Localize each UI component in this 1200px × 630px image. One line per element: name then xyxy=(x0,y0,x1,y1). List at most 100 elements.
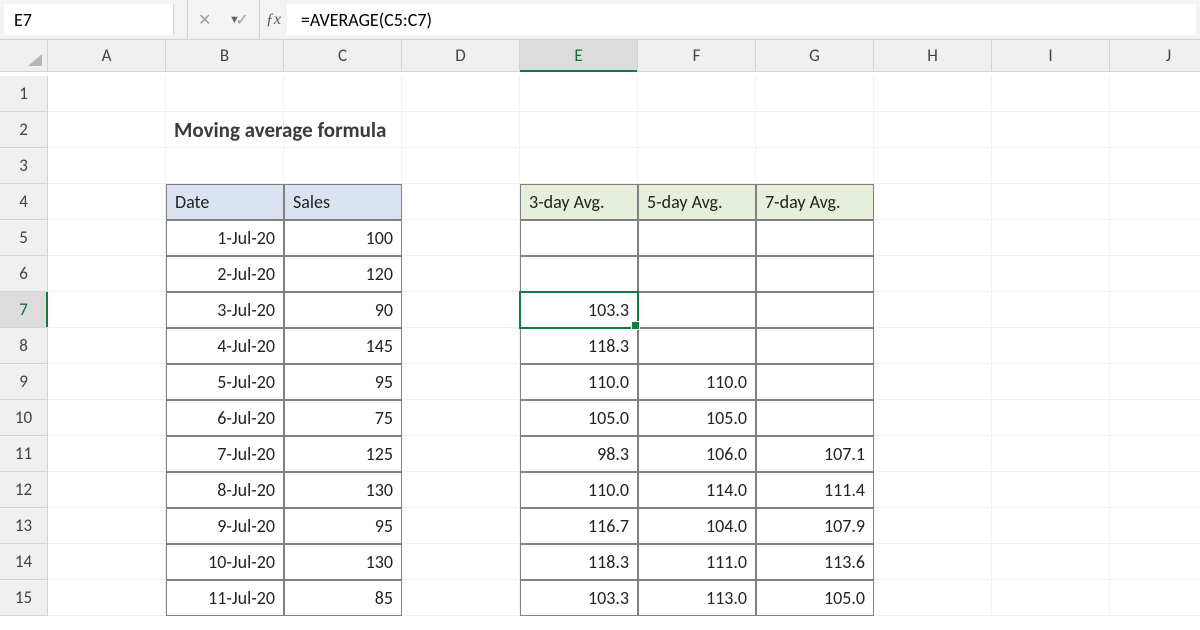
cell-G11[interactable]: 107.1 xyxy=(756,436,874,472)
col-head-C[interactable]: C xyxy=(284,40,402,72)
cell-A15[interactable] xyxy=(48,580,166,616)
cell-E15[interactable]: 103.3 xyxy=(520,580,638,616)
cell-B12[interactable]: 8-Jul-20 xyxy=(166,472,284,508)
cell-G5[interactable] xyxy=(756,220,874,256)
cell-I13[interactable] xyxy=(992,508,1110,544)
row-head-10[interactable]: 10 xyxy=(0,400,48,436)
cell-B14[interactable]: 10-Jul-20 xyxy=(166,544,284,580)
cell-C1[interactable] xyxy=(284,76,402,112)
cell-J2[interactable] xyxy=(1110,112,1200,148)
cell-A2[interactable] xyxy=(48,112,166,148)
cell-G2[interactable] xyxy=(756,112,874,148)
cell-E13[interactable]: 116.7 xyxy=(520,508,638,544)
row-head-3[interactable]: 3 xyxy=(0,148,48,184)
col-head-H[interactable]: H xyxy=(874,40,992,72)
cell-C6[interactable]: 120 xyxy=(284,256,402,292)
cell-D12[interactable] xyxy=(402,472,520,508)
cell-H7[interactable] xyxy=(874,292,992,328)
row-head-14[interactable]: 14 xyxy=(0,544,48,580)
cell-A4[interactable] xyxy=(48,184,166,220)
cell-H14[interactable] xyxy=(874,544,992,580)
cell-H3[interactable] xyxy=(874,148,992,184)
cell-I11[interactable] xyxy=(992,436,1110,472)
cell-I6[interactable] xyxy=(992,256,1110,292)
cell-E8[interactable]: 118.3 xyxy=(520,328,638,364)
cell-E4[interactable]: 3-day Avg. xyxy=(520,184,638,220)
cell-F15[interactable]: 113.0 xyxy=(638,580,756,616)
cell-D8[interactable] xyxy=(402,328,520,364)
row-head-5[interactable]: 5 xyxy=(0,220,48,256)
cell-C11[interactable]: 125 xyxy=(284,436,402,472)
cell-B9[interactable]: 5-Jul-20 xyxy=(166,364,284,400)
cell-F1[interactable] xyxy=(638,76,756,112)
cell-H2[interactable] xyxy=(874,112,992,148)
row-head-7[interactable]: 7 xyxy=(0,292,48,328)
cell-A3[interactable] xyxy=(48,148,166,184)
row-head-6[interactable]: 6 xyxy=(0,256,48,292)
cell-B13[interactable]: 9-Jul-20 xyxy=(166,508,284,544)
cell-I4[interactable] xyxy=(992,184,1110,220)
cell-F3[interactable] xyxy=(638,148,756,184)
cell-D4[interactable] xyxy=(402,184,520,220)
cell-C12[interactable]: 130 xyxy=(284,472,402,508)
cell-I5[interactable] xyxy=(992,220,1110,256)
cell-E9[interactable]: 110.0 xyxy=(520,364,638,400)
cell-H9[interactable] xyxy=(874,364,992,400)
cell-D10[interactable] xyxy=(402,400,520,436)
cell-G15[interactable]: 105.0 xyxy=(756,580,874,616)
cell-E10[interactable]: 105.0 xyxy=(520,400,638,436)
cell-G8[interactable] xyxy=(756,328,874,364)
col-head-A[interactable]: A xyxy=(48,40,166,72)
cell-E6[interactable] xyxy=(520,256,638,292)
row-head-11[interactable]: 11 xyxy=(0,436,48,472)
cell-E7[interactable]: 103.3 xyxy=(520,292,638,328)
cell-J15[interactable] xyxy=(1110,580,1200,616)
cell-I1[interactable] xyxy=(992,76,1110,112)
cell-C5[interactable]: 100 xyxy=(284,220,402,256)
cell-A13[interactable] xyxy=(48,508,166,544)
row-head-12[interactable]: 12 xyxy=(0,472,48,508)
cell-B8[interactable]: 4-Jul-20 xyxy=(166,328,284,364)
cell-A1[interactable] xyxy=(48,76,166,112)
cell-G4[interactable]: 7-day Avg. xyxy=(756,184,874,220)
cell-D11[interactable] xyxy=(402,436,520,472)
cell-D2[interactable] xyxy=(402,112,520,148)
cell-G14[interactable]: 113.6 xyxy=(756,544,874,580)
cancel-icon[interactable]: ✕ xyxy=(198,10,211,30)
cell-D14[interactable] xyxy=(402,544,520,580)
cell-C3[interactable] xyxy=(284,148,402,184)
cell-F13[interactable]: 104.0 xyxy=(638,508,756,544)
cell-C9[interactable]: 95 xyxy=(284,364,402,400)
cell-F10[interactable]: 105.0 xyxy=(638,400,756,436)
cell-E11[interactable]: 98.3 xyxy=(520,436,638,472)
row-head-4[interactable]: 4 xyxy=(0,184,48,220)
row-head-1[interactable]: 1 xyxy=(0,76,48,112)
cell-B4[interactable]: Date xyxy=(166,184,284,220)
cell-J9[interactable] xyxy=(1110,364,1200,400)
cell-H4[interactable] xyxy=(874,184,992,220)
row-head-13[interactable]: 13 xyxy=(0,508,48,544)
formula-input[interactable] xyxy=(287,4,1196,35)
cell-F14[interactable]: 111.0 xyxy=(638,544,756,580)
cell-B3[interactable] xyxy=(166,148,284,184)
cell-F9[interactable]: 110.0 xyxy=(638,364,756,400)
cell-I12[interactable] xyxy=(992,472,1110,508)
cell-B7[interactable]: 3-Jul-20 xyxy=(166,292,284,328)
cell-H15[interactable] xyxy=(874,580,992,616)
cell-F2[interactable] xyxy=(638,112,756,148)
cell-B1[interactable] xyxy=(166,76,284,112)
cell-C8[interactable]: 145 xyxy=(284,328,402,364)
cell-H10[interactable] xyxy=(874,400,992,436)
cell-E3[interactable] xyxy=(520,148,638,184)
cell-A5[interactable] xyxy=(48,220,166,256)
cell-G7[interactable] xyxy=(756,292,874,328)
cell-A6[interactable] xyxy=(48,256,166,292)
cell-I9[interactable] xyxy=(992,364,1110,400)
cell-I15[interactable] xyxy=(992,580,1110,616)
col-head-G[interactable]: G xyxy=(756,40,874,72)
cell-D15[interactable] xyxy=(402,580,520,616)
cell-G10[interactable] xyxy=(756,400,874,436)
cell-F8[interactable] xyxy=(638,328,756,364)
cell-E5[interactable] xyxy=(520,220,638,256)
cell-J10[interactable] xyxy=(1110,400,1200,436)
